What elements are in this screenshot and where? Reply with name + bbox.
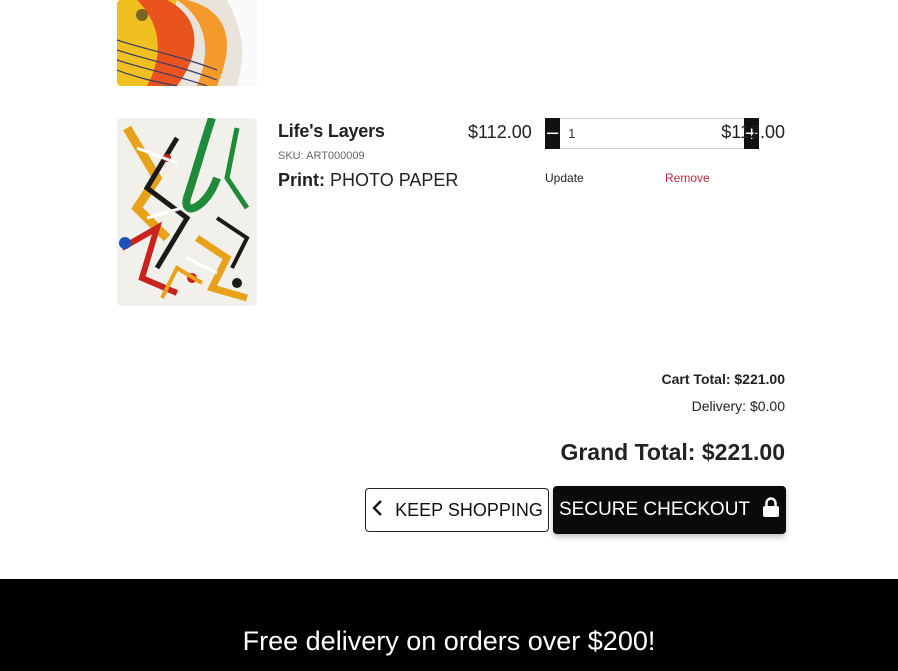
cart-page: Life's Layers SKU: ART000009 Print: PHOT… <box>0 0 898 671</box>
keep-shopping-label: KEEP SHOPPING <box>395 499 543 520</box>
print-label: Print: <box>278 170 325 190</box>
decrement-button[interactable]: − <box>545 118 561 149</box>
free-delivery-banner: Free delivery on orders over $200! <box>242 626 656 656</box>
secure-checkout-button[interactable]: SECURE CHECKOUT <box>553 486 786 534</box>
previous-item-artwork <box>117 0 257 86</box>
item-title[interactable]: Life's Layers <box>278 121 385 142</box>
item-thumbnail[interactable] <box>117 118 257 306</box>
unit-price: $112.00 <box>468 122 532 142</box>
delivery-cost: Delivery: $0.00 <box>691 398 785 414</box>
chevron-left-icon <box>371 499 383 522</box>
remove-link[interactable]: Remove <box>665 171 710 185</box>
grand-total: Grand Total: $221.00 <box>560 439 785 465</box>
print-value: PHOTO PAPER <box>330 170 459 190</box>
item-sku: SKU: ART000009 <box>278 150 365 162</box>
secure-checkout-label: SECURE CHECKOUT <box>558 499 751 520</box>
item-artwork <box>117 118 257 306</box>
item-print-option: Print: PHOTO PAPER <box>278 170 458 191</box>
update-link[interactable]: Update <box>545 171 584 185</box>
previous-item-thumbnail[interactable] <box>117 0 257 86</box>
lock-icon <box>762 497 780 523</box>
quantity-input[interactable] <box>560 118 745 149</box>
cart-total: Cart Total: $221.00 <box>661 371 785 387</box>
quantity-stepper: − + <box>545 118 760 149</box>
line-total: $112.00 <box>721 122 785 142</box>
keep-shopping-button[interactable]: KEEP SHOPPING <box>365 488 549 532</box>
footer: Free delivery on orders over $200! <box>0 579 898 671</box>
